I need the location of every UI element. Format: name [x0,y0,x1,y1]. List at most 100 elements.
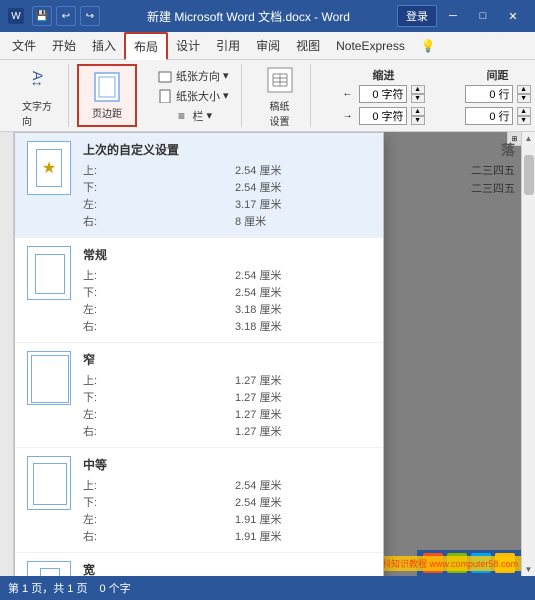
normal-left-label: 左: [83,301,219,317]
spacing-after-up[interactable]: ▲ [517,107,531,116]
custom-bottom-label: 下: [83,179,219,195]
draft-group: 稿纸设置 [250,64,311,127]
margins-button[interactable]: 页边距 [85,67,129,124]
columns-icon: ≡ [174,108,190,124]
orientation-button[interactable]: 纸张方向 ▾ [153,66,233,86]
indent-right-down[interactable]: ▼ [411,116,425,125]
indent-left-up[interactable]: ▲ [411,85,425,94]
indent-right-up[interactable]: ▲ [411,107,425,116]
custom-right-label: 右: [83,213,219,229]
save-button[interactable]: 💾 [32,6,52,26]
custom-name: 上次的自定义设置 [83,141,371,158]
size-label: 纸张大小 [176,88,220,104]
margin-preview-narrow [27,351,71,405]
draft-button[interactable]: 稿纸设置 [258,60,302,132]
title-bar: W 💾 ↩ ↪ 新建 Microsoft Word 文档.docx - Word… [0,0,535,32]
narrow-name: 窄 [83,351,371,368]
menu-review[interactable]: 审阅 [248,33,288,58]
margin-item-normal[interactable]: 常规 上: 2.54 厘米 下: 2.54 厘米 左: 3.18 厘米 右: 3… [15,238,383,343]
spacing-after-row: ▲ ▼ [465,107,531,125]
narrow-right-label: 右: [83,423,219,439]
normal-name: 常规 [83,246,371,263]
moderate-left-value: 1.91 厘米 [235,511,371,527]
menu-design[interactable]: 设计 [168,33,208,58]
undo-button[interactable]: ↩ [56,6,76,26]
indent-right-input[interactable] [359,107,407,125]
spacing-before-down[interactable]: ▼ [517,94,531,103]
spacing-after-input[interactable] [465,107,513,125]
narrow-top-value: 1.27 厘米 [235,372,371,388]
scroll-track [522,145,535,563]
size-icon [157,88,173,104]
scrollbar-vertical[interactable]: ▲ ▼ [521,132,535,576]
moderate-bottom-value: 2.54 厘米 [235,494,371,510]
spacing-before-up[interactable]: ▲ [517,85,531,94]
moderate-right-value: 1.91 厘米 [235,528,371,544]
narrow-bottom-value: 1.27 厘米 [235,389,371,405]
moderate-top-value: 2.54 厘米 [235,477,371,493]
menu-layout[interactable]: 布局 [124,32,168,60]
menu-file[interactable]: 文件 [4,33,44,58]
menu-insert[interactable]: 插入 [84,33,124,58]
indent-left-icon: ← [343,88,353,99]
scroll-up-arrow[interactable]: ▲ [523,132,535,145]
minimize-button[interactable]: ─ [439,6,467,26]
page-setup-row2: 纸张大小 ▾ [153,86,233,106]
undo-icon: ↩ [62,11,70,22]
draft-icon [264,64,296,96]
toolbar: A↕ 文字方向 页边距 纸张方向 ▾ [0,60,535,132]
margin-preview-moderate [27,456,71,510]
text-direction-button[interactable]: A↕ 文字方向 [16,60,60,132]
main-area: ▲ ▼ ⊞ 落 二三四五 二三四五 ★ 上次的自定义设置 [0,132,535,576]
custom-right-value: 8 厘米 [235,213,371,229]
spacing-after-down[interactable]: ▼ [517,116,531,125]
indent-label: 缩进 [373,67,395,83]
menu-noteexpress[interactable]: NoteExpress [328,35,413,57]
word-icon: W [8,8,24,24]
margin-item-wide[interactable]: 宽 上: 2.54 厘米 下: 2.54 厘米 左: 5.08 厘米 右: 5.… [15,553,383,576]
menu-view[interactable]: 视图 [288,33,328,58]
margin-item-moderate[interactable]: 中等 上: 2.54 厘米 下: 2.54 厘米 左: 1.91 厘米 右: 1… [15,448,383,553]
word-count: 0 个字 [99,580,130,596]
normal-top-value: 2.54 厘米 [235,267,371,283]
redo-button[interactable]: ↪ [80,6,100,26]
indent-left-down[interactable]: ▼ [411,94,425,103]
maximize-button[interactable]: □ [469,6,497,26]
size-button[interactable]: 纸张大小 ▾ [153,86,233,106]
margin-item-narrow[interactable]: 窄 上: 1.27 厘米 下: 1.27 厘米 左: 1.27 厘米 右: 1.… [15,343,383,448]
columns-button[interactable]: ≡ 栏 ▾ [170,106,217,126]
margin-inner-moderate [33,463,67,505]
margin-info-custom: 上次的自定义设置 上: 2.54 厘米 下: 2.54 厘米 左: 3.17 厘… [83,141,371,229]
normal-details: 上: 2.54 厘米 下: 2.54 厘米 左: 3.18 厘米 右: 3.18… [83,267,371,334]
margin-preview-custom: ★ [27,141,71,195]
margin-dropdown: ★ 上次的自定义设置 上: 2.54 厘米 下: 2.54 厘米 左: 3.17… [14,132,384,576]
size-arrow: ▾ [223,89,229,102]
title-controls: W 💾 ↩ ↪ [8,6,100,26]
scroll-thumb[interactable] [524,155,534,195]
status-bar: 第 1 页，共 1 页 0 个字 [0,576,535,600]
close-button[interactable]: ✕ [499,6,527,26]
normal-bottom-label: 下: [83,284,219,300]
indent-group: ← ▲ ▼ → ▲ ▼ [343,85,425,125]
narrow-left-label: 左: [83,406,219,422]
vertical-ruler [0,132,14,576]
window-title: 新建 Microsoft Word 文档.docx - Word [100,8,397,25]
indent-spacing-group: 缩进 ← ▲ ▼ → ▲ ▼ [335,64,433,127]
page-setup-group: 纸张方向 ▾ 纸张大小 ▾ ≡ 栏 ▾ [145,64,242,127]
spacing-before-input[interactable] [465,85,513,103]
scroll-down-arrow[interactable]: ▼ [523,563,535,576]
login-button[interactable]: 登录 [397,5,437,27]
margin-inner-normal [35,254,65,294]
normal-top-label: 上: [83,267,219,283]
margin-info-moderate: 中等 上: 2.54 厘米 下: 2.54 厘米 左: 1.91 厘米 右: 1… [83,456,371,544]
margin-item-custom[interactable]: ★ 上次的自定义设置 上: 2.54 厘米 下: 2.54 厘米 左: 3.17… [15,133,383,238]
draft-label: 稿纸设置 [270,98,290,128]
menu-help[interactable]: 💡 [413,35,444,57]
menu-references[interactable]: 引用 [208,33,248,58]
columns-arrow: ▾ [207,109,213,122]
menu-home[interactable]: 开始 [44,33,84,58]
indent-right-row: → ▲ ▼ [343,107,425,125]
indent-left-input[interactable] [359,85,407,103]
narrow-bottom-label: 下: [83,389,219,405]
indent-left-arrows: ▲ ▼ [411,85,425,103]
